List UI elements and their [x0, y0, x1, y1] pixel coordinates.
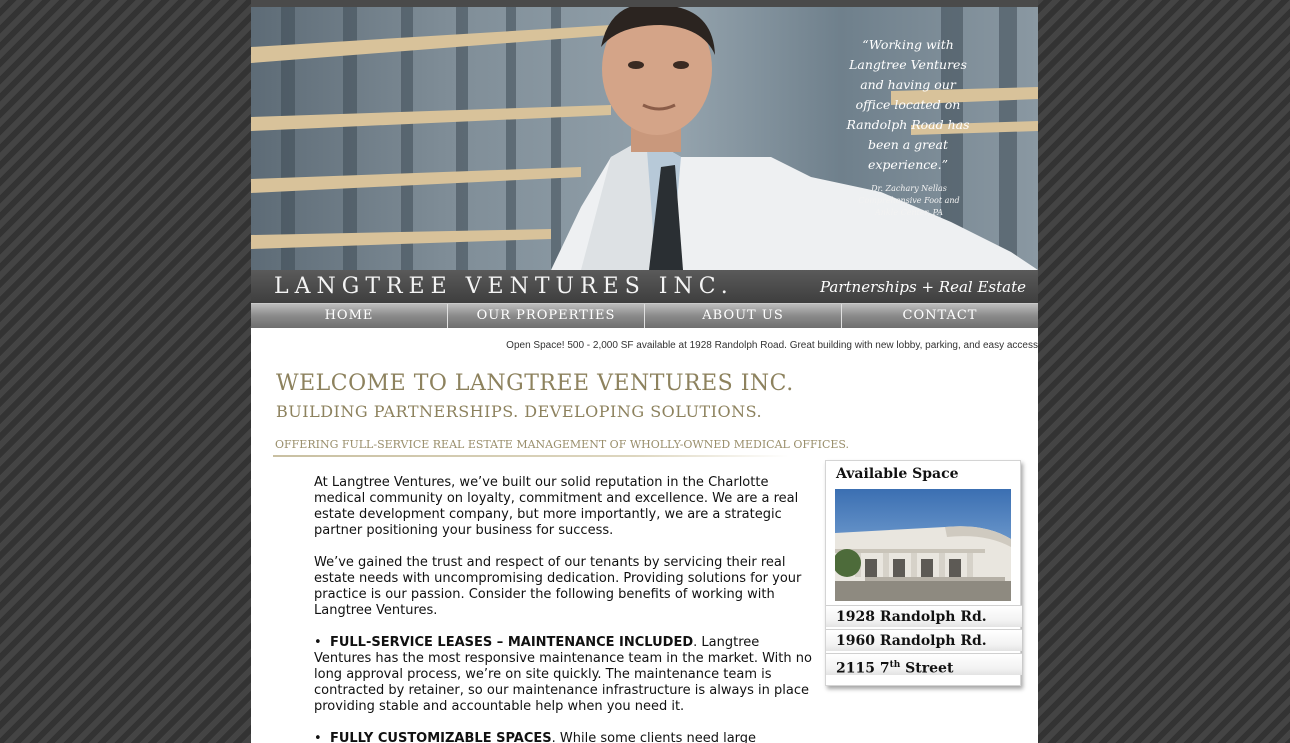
available-space-panel: Available Space 1928 Randolph Rd. 1960 R… [825, 460, 1025, 690]
property-link-1960-randolph[interactable]: 1960 Randolph Rd. [826, 629, 1022, 651]
offering-line: OFFERING FULL-SERVICE REAL ESTATE MANAGE… [275, 438, 850, 451]
benefit-item: • FULL-SERVICE LEASES – MAINTENANCE INCL… [314, 635, 812, 714]
property-link-street: Street [900, 660, 954, 677]
benefit-title: FULLY CUSTOMIZABLE SPACES [329, 731, 552, 743]
testimonial-attribution: Dr. Zachary Nellas Comprehensive Foot an… [858, 184, 960, 217]
benefit-title: FULL-SERVICE LEASES – MAINTENANCE INCLUD… [329, 635, 694, 650]
testimonial-quote: “Working with Langtree Ventures and havi… [846, 37, 970, 172]
main-nav: HOME OUR PROPERTIES ABOUT US CONTACT [251, 303, 1038, 328]
nav-home[interactable]: HOME [251, 304, 448, 328]
main-content: At Langtree Ventures, we’ve built our so… [314, 475, 812, 743]
nav-our-properties[interactable]: OUR PROPERTIES [448, 304, 645, 328]
divider [273, 455, 789, 457]
brand-tagline: Partnerships + Real Estate [819, 278, 1026, 296]
available-space-title: Available Space [836, 466, 959, 482]
nav-contact[interactable]: CONTACT [842, 304, 1038, 328]
property-link-suffix: th [889, 660, 901, 670]
building-photo[interactable] [835, 489, 1011, 601]
property-link-1928-randolph[interactable]: 1928 Randolph Rd. [826, 605, 1022, 627]
property-link-number: 2115 7 [836, 660, 890, 677]
available-space-card: Available Space 1928 Randolph Rd. 1960 R… [825, 460, 1022, 686]
benefit-item: • FULLY CUSTOMIZABLE SPACES. While some … [314, 731, 812, 743]
building-image [835, 489, 1011, 601]
nav-about-us[interactable]: ABOUT US [645, 304, 842, 328]
brand-bar: LANGTREE VENTURES INC. Partnerships + Re… [251, 270, 1038, 303]
announcement-ticker[interactable]: Open Space! 500 - 2,000 SF available at … [251, 340, 1038, 351]
page: “Working with Langtree Ventures and havi… [251, 0, 1038, 743]
page-title: WELCOME TO LANGTREE VENTURES INC. [276, 371, 794, 396]
brand-logo[interactable]: LANGTREE VENTURES INC. [274, 274, 734, 299]
hero-banner: “Working with Langtree Ventures and havi… [251, 7, 1038, 270]
benefit-text: . While some clients need large [551, 731, 757, 743]
trust-paragraph: We’ve gained the trust and respect of ou… [314, 555, 802, 618]
top-strip [251, 0, 1038, 7]
page-subtitle: BUILDING PARTNERSHIPS. DEVELOPING SOLUTI… [276, 402, 763, 421]
intro-paragraph: At Langtree Ventures, we’ve built our so… [314, 475, 799, 538]
property-link-2115-7th-street[interactable]: 2115 7th Street [826, 653, 1022, 677]
